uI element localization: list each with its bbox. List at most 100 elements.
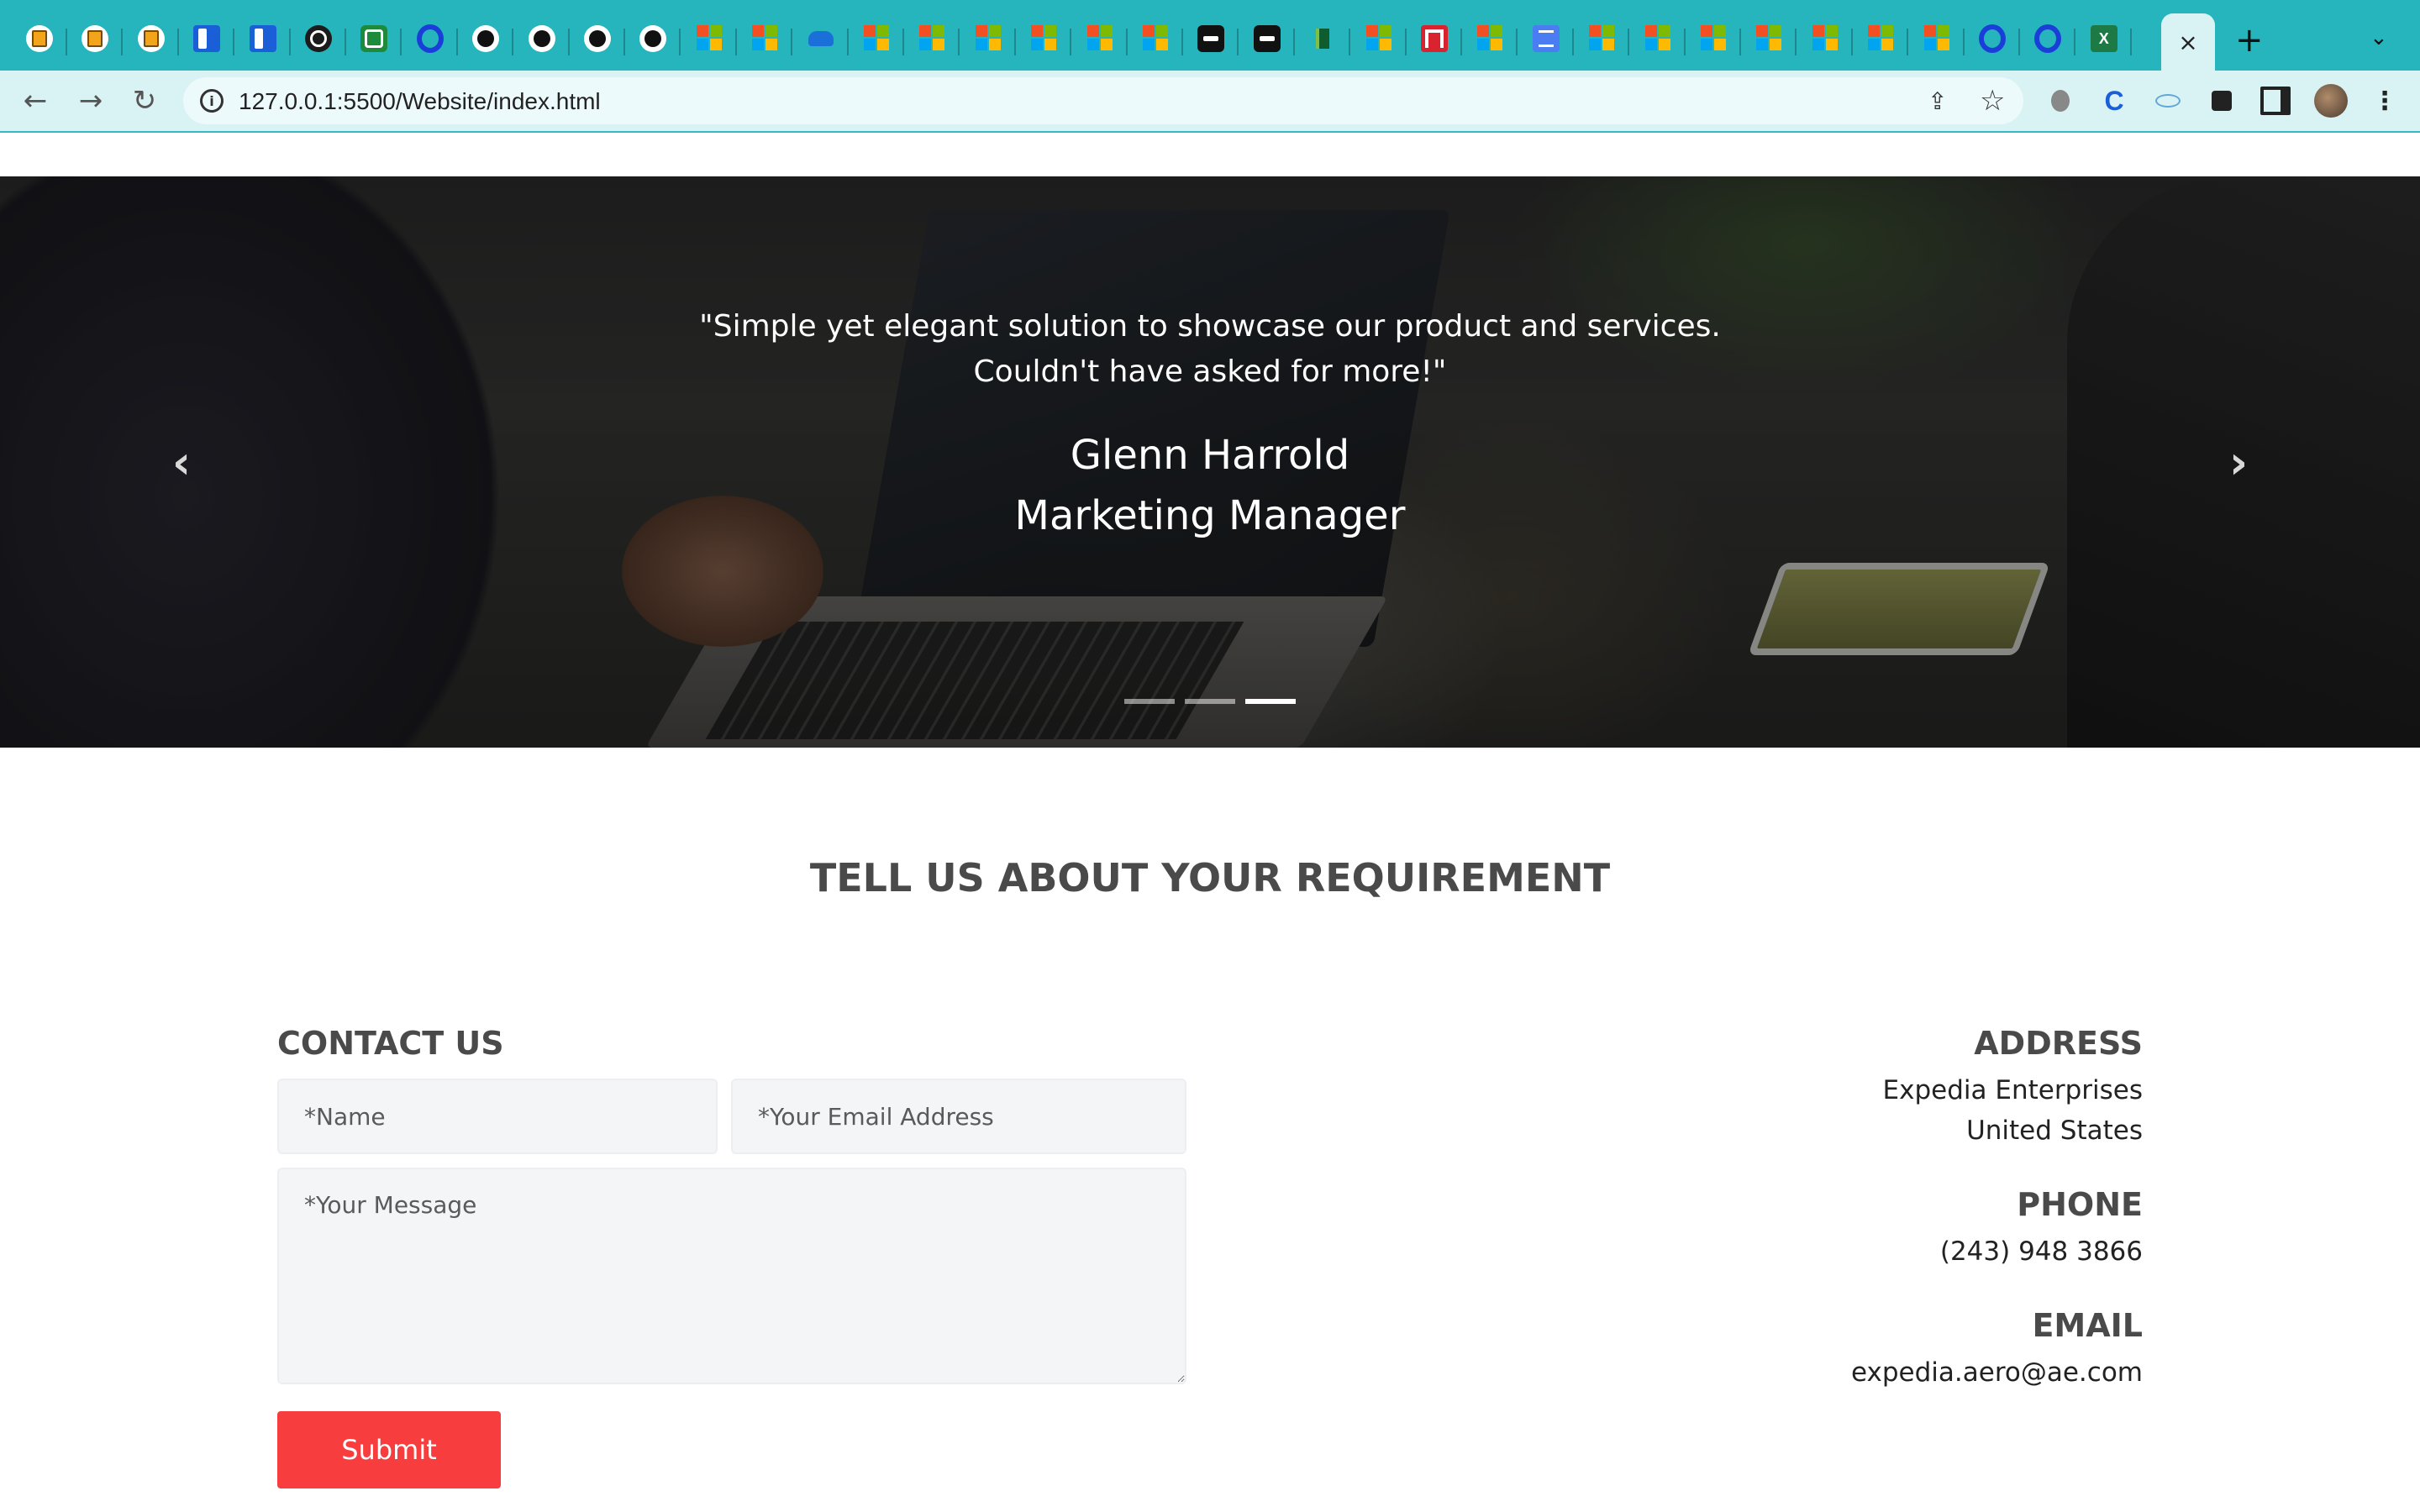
- browser-tab[interactable]: [291, 12, 346, 71]
- browser-tab[interactable]: [2020, 12, 2076, 71]
- browser-tab[interactable]: [737, 12, 793, 71]
- browser-tab[interactable]: [960, 12, 1016, 71]
- carousel-indicator[interactable]: [1245, 699, 1296, 704]
- carousel-indicator[interactable]: [1185, 699, 1235, 704]
- share-icon[interactable]: ⇪: [1928, 87, 1947, 115]
- microsoft-icon: [1923, 25, 1950, 52]
- email-address[interactable]: expedia.aero@ae.com: [1851, 1352, 2143, 1393]
- browser-tab[interactable]: [1741, 12, 1797, 71]
- microsoft-icon: [1812, 25, 1839, 52]
- green-app-icon: [360, 25, 388, 52]
- microsoft-icon: [1365, 25, 1392, 52]
- back-arrow-icon[interactable]: ←: [17, 82, 54, 119]
- message-textarea[interactable]: [277, 1168, 1186, 1384]
- browser-tab[interactable]: [681, 12, 737, 71]
- address-line-1: Expedia Enterprises: [1882, 1075, 2143, 1105]
- side-panel-icon[interactable]: [2260, 86, 2291, 116]
- octopus-icon: [305, 25, 332, 52]
- reload-icon[interactable]: ↻: [126, 82, 163, 119]
- microsoft-icon: [1755, 25, 1782, 52]
- browser-tab[interactable]: [849, 12, 904, 71]
- name-input[interactable]: [277, 1079, 718, 1154]
- browser-tab[interactable]: [570, 12, 625, 71]
- browser-tab[interactable]: [1965, 12, 2020, 71]
- browser-tab[interactable]: [458, 12, 514, 71]
- profile-avatar[interactable]: [2312, 82, 2349, 119]
- browser-tab[interactable]: [179, 12, 235, 71]
- excel-icon: X: [2090, 25, 2118, 52]
- react-devtools-icon[interactable]: [2153, 86, 2183, 116]
- forward-arrow-icon[interactable]: →: [72, 82, 109, 119]
- close-tab-icon[interactable]: ×: [2178, 29, 2197, 56]
- email-input[interactable]: [731, 1079, 1186, 1154]
- site-info-icon[interactable]: i: [200, 89, 224, 113]
- browser-tab[interactable]: [67, 12, 124, 71]
- browser-tab[interactable]: [1407, 12, 1462, 71]
- browser-tab[interactable]: [625, 12, 681, 71]
- github-icon: [639, 25, 667, 52]
- browser-tab[interactable]: [1295, 12, 1351, 71]
- browser-tab[interactable]: [346, 12, 402, 71]
- browser-tab[interactable]: [124, 12, 179, 71]
- extensions-puzzle-icon[interactable]: [2207, 86, 2237, 116]
- address-block: ADDRESS Expedia Enterprises United State…: [1883, 1025, 2143, 1151]
- carousel-indicator[interactable]: [1124, 699, 1175, 704]
- email-block: EMAIL expedia.aero@ae.com: [1851, 1307, 2143, 1393]
- microsoft-icon: [863, 25, 890, 52]
- testimonial-author: Glenn Harrold Marketing Manager: [538, 425, 1882, 546]
- active-tab[interactable]: ×: [2161, 13, 2215, 71]
- browser-tab[interactable]: [1797, 12, 1853, 71]
- phone-heading: PHONE: [2017, 1186, 2143, 1223]
- browser-tab[interactable]: [904, 12, 960, 71]
- browser-tab[interactable]: [1351, 12, 1407, 71]
- blue-p-icon: [417, 25, 444, 52]
- browser-tab[interactable]: [514, 12, 570, 71]
- c-extension-icon[interactable]: C: [2099, 86, 2129, 116]
- quote-line-2: Couldn't have asked for more!": [973, 354, 1447, 389]
- microsoft-icon: [1030, 25, 1057, 52]
- microsoft-icon: [1142, 25, 1169, 52]
- new-tab-button[interactable]: +: [2235, 24, 2264, 57]
- browser-tab[interactable]: [793, 12, 849, 71]
- pane-icon: [193, 25, 221, 52]
- microsoft-icon: [1867, 25, 1894, 52]
- bookmark-star-icon[interactable]: ☆: [1980, 84, 2005, 118]
- browser-tab[interactable]: [1072, 12, 1128, 71]
- browser-tab[interactable]: [1518, 12, 1574, 71]
- browser-tab[interactable]: [1909, 12, 1965, 71]
- browser-tab[interactable]: [1686, 12, 1741, 71]
- url-text[interactable]: 127.0.0.1:5500/Website/index.html: [239, 88, 601, 115]
- quote-line-1: "Simple yet elegant solution to showcase…: [699, 309, 1721, 344]
- browser-tab[interactable]: [1574, 12, 1630, 71]
- browser-tab[interactable]: [12, 12, 67, 71]
- red-app-icon: [1421, 25, 1448, 52]
- browser-tab[interactable]: [1462, 12, 1518, 71]
- browser-tab[interactable]: [402, 12, 458, 71]
- contact-heading: CONTACT US: [277, 1025, 504, 1062]
- microsoft-icon: [1644, 25, 1671, 52]
- browser-tab[interactable]: [1016, 12, 1072, 71]
- browser-tab[interactable]: [1183, 12, 1239, 71]
- section-title: TELL US ABOUT YOUR REQUIREMENT: [809, 855, 1611, 900]
- microsoft-icon: [1700, 25, 1727, 52]
- browser-tab[interactable]: [1853, 12, 1909, 71]
- pane-icon: [249, 25, 276, 52]
- submit-button[interactable]: Submit: [277, 1411, 501, 1488]
- browser-tab[interactable]: [235, 12, 291, 71]
- microsoft-icon: [1476, 25, 1503, 52]
- browser-tab[interactable]: X: [2076, 12, 2132, 71]
- microsoft-icon: [1588, 25, 1615, 52]
- browser-menu-kebab-icon[interactable]: ⋮: [2370, 86, 2400, 116]
- tab-search-chevron-icon[interactable]: ⌄: [2370, 25, 2388, 50]
- browser-tab[interactable]: [1239, 12, 1295, 71]
- tab-strip: X × + ⌄: [0, 0, 2420, 71]
- browser-tab[interactable]: [1128, 12, 1183, 71]
- bug-extension-icon[interactable]: [2045, 86, 2075, 116]
- beer-icon: [26, 25, 53, 52]
- black-app-icon: [1197, 25, 1225, 52]
- onedrive-icon: [808, 25, 834, 52]
- browser-tab[interactable]: [1630, 12, 1686, 71]
- carousel-next-chevron-icon[interactable]: ›: [2213, 436, 2264, 489]
- carousel-prev-chevron-icon[interactable]: ‹: [156, 436, 207, 489]
- address-bar[interactable]: i 127.0.0.1:5500/Website/index.html ⇪ ☆: [183, 77, 2023, 124]
